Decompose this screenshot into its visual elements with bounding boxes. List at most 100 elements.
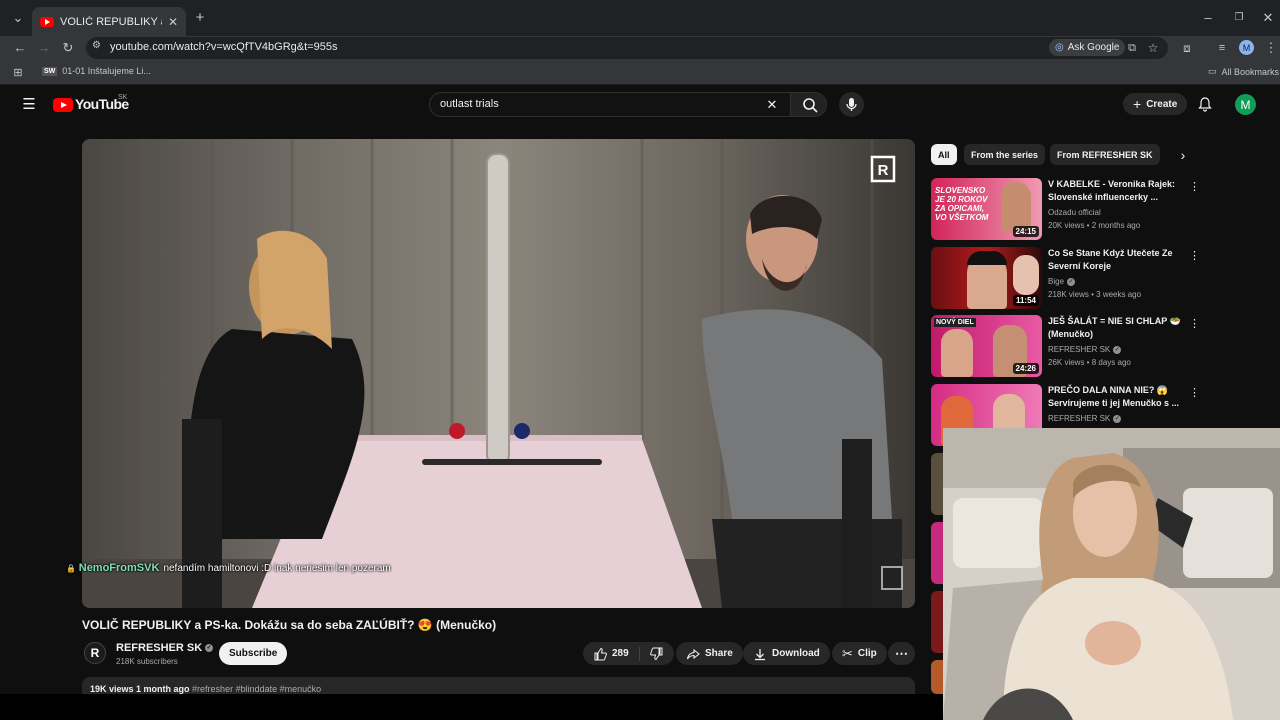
like-dislike-group: 289 <box>583 642 674 665</box>
tab-search-icon[interactable]: ⌄ <box>8 8 28 28</box>
media-control-icon[interactable]: ≡ <box>1212 38 1232 58</box>
profile-avatar[interactable]: M <box>1239 40 1254 55</box>
video-thumbnail[interactable]: 11:54 <box>931 247 1042 309</box>
extensions-icon[interactable]: ⧈ <box>1177 38 1197 58</box>
channel-name[interactable]: REFRESHER SK ✓ <box>1048 414 1122 423</box>
recommendation-item[interactable]: 11:54 Co Se Stane Když Utečete Ze Severn… <box>931 247 1271 311</box>
subscriber-count: 218K subscribers <box>116 657 178 666</box>
video-thumbnail[interactable]: SLOVENSKO JE 20 ROKOV ZA OPICAMI, VO VŠE… <box>931 178 1042 240</box>
lock-icon: 🔒 <box>66 564 76 573</box>
verified-icon: ✓ <box>1113 345 1122 354</box>
verified-icon: ✓ <box>1113 414 1122 423</box>
video-frame: R <box>82 139 915 608</box>
lens-icon: ◎ <box>1055 42 1064 53</box>
thumbs-down-icon <box>649 647 663 660</box>
share-button[interactable]: Share <box>676 642 743 665</box>
more-options-icon[interactable]: ⋮ <box>1189 386 1200 399</box>
chat-username: NemoFromSVK <box>78 562 160 574</box>
dislike-button[interactable] <box>640 647 674 661</box>
video-meta: 20K views • 2 months ago <box>1048 221 1141 230</box>
account-avatar[interactable]: M <box>1235 94 1256 115</box>
scissors-icon: ✂ <box>842 645 853 661</box>
download-button[interactable]: Download <box>743 642 830 665</box>
microphone-icon <box>846 98 857 111</box>
notifications-button[interactable] <box>1196 95 1214 113</box>
channel-name[interactable]: Odzadu official <box>1048 208 1101 217</box>
webcam-frame <box>943 428 1280 720</box>
folder-icon: ▭ <box>1208 66 1217 76</box>
video-thumbnail[interactable]: NOVÝ DIEL 24:26 <box>931 315 1042 377</box>
video-title[interactable]: JEŠ ŠALÁT = NIE SI CHLAP 🥗 (Menučko) <box>1048 315 1183 341</box>
channel-name-label: REFRESHER SK <box>116 642 203 654</box>
channel-label: Bige <box>1048 277 1065 286</box>
video-player[interactable]: R <box>82 139 915 608</box>
bookmark-favicon-icon: SW <box>42 66 58 76</box>
chip-from-refresher[interactable]: From REFRESHER SK <box>1050 144 1160 165</box>
thumbs-up-icon <box>594 647 607 660</box>
hashtags[interactable]: #refresher #blinddate #menučko <box>192 684 321 694</box>
forward-icon[interactable]: → <box>34 38 54 58</box>
all-bookmarks[interactable]: ▭ All Bookmarks <box>1208 66 1279 77</box>
country-code: SK <box>118 94 128 101</box>
bookmark-item[interactable]: SW 01-01 Inštalujeme Li... <box>42 66 151 76</box>
search-box[interactable]: outlast trials ✕ <box>429 92 827 117</box>
video-title[interactable]: Co Se Stane Když Utečete Ze Severní Kore… <box>1048 247 1183 273</box>
bookmark-star-icon[interactable]: ☆ <box>1143 38 1163 58</box>
thumbnail-caption: SLOVENSKO JE 20 ROKOV ZA OPICAMI, VO VŠE… <box>935 186 989 222</box>
more-options-icon[interactable]: ⋮ <box>1189 249 1200 262</box>
search-button[interactable] <box>790 93 826 116</box>
site-info-icon[interactable]: ⚙ <box>92 40 101 51</box>
create-label: Create <box>1146 98 1178 110</box>
video-title[interactable]: V KABELKE - Veronika Rajek: Slovenské in… <box>1048 178 1183 204</box>
apps-grid-icon[interactable]: ⊞ <box>8 63 28 83</box>
clip-button[interactable]: ✂ Clip <box>832 642 887 665</box>
more-options-icon[interactable]: ⋮ <box>1189 180 1200 193</box>
video-duration: 24:26 <box>1012 363 1039 374</box>
video-title[interactable]: PREČO DALA NINA NIE? 😱 Servírujeme ti je… <box>1048 384 1183 410</box>
back-icon[interactable]: ← <box>10 38 30 58</box>
voice-search-button[interactable] <box>839 92 864 117</box>
video-meta: 218K views • 3 weeks ago <box>1048 290 1142 299</box>
browser-tab-bar: ⌄ VOLIČ REPUBLIKY a PS-ka. Dok ✕ + – ❐ ✕ <box>0 0 1280 36</box>
search-icon <box>803 98 818 113</box>
reload-icon[interactable]: ↻ <box>58 38 78 58</box>
clip-label: Clip <box>857 648 877 659</box>
bookmarks-bar: ⊞ SW 01-01 Inštalujeme Li... ▭ All Bookm… <box>0 60 1280 85</box>
restore-icon[interactable]: ❐ <box>1229 8 1249 28</box>
video-duration: 11:54 <box>1012 295 1039 306</box>
chrome-menu-icon[interactable]: ⋮ <box>1261 38 1280 58</box>
youtube-logo-icon[interactable] <box>53 98 73 112</box>
clear-search-icon[interactable]: ✕ <box>764 97 780 113</box>
channel-name[interactable]: REFRESHER SK ✓ <box>1048 345 1122 354</box>
thumbnail-badge: NOVÝ DIEL <box>934 318 976 327</box>
hamburger-menu-icon[interactable]: ☰ <box>21 95 37 113</box>
search-input[interactable]: outlast trials <box>440 98 499 110</box>
chip-from-series[interactable]: From the series <box>964 144 1046 165</box>
install-app-icon[interactable]: ⧉ <box>1122 38 1142 58</box>
like-button[interactable]: 289 <box>593 646 640 661</box>
share-label: Share <box>705 648 733 659</box>
video-meta: 26K views • 8 days ago <box>1048 358 1131 367</box>
channel-name[interactable]: Bige ✓ <box>1048 277 1076 286</box>
close-window-icon[interactable]: ✕ <box>1258 8 1278 28</box>
more-actions-button[interactable]: ⋯ <box>888 642 915 665</box>
browser-tab[interactable]: VOLIČ REPUBLIKY a PS-ka. Dok ✕ <box>32 7 186 36</box>
download-label: Download <box>772 648 820 659</box>
chip-all[interactable]: All <box>931 144 957 165</box>
minimize-icon[interactable]: – <box>1198 8 1218 28</box>
recommendation-item[interactable]: SLOVENSKO JE 20 ROKOV ZA OPICAMI, VO VŠE… <box>931 178 1271 242</box>
url-text[interactable]: youtube.com/watch?v=wcQfTV4bGRg&t=955s <box>110 41 337 53</box>
subscribe-button[interactable]: Subscribe <box>219 642 288 665</box>
like-count: 289 <box>612 648 629 659</box>
description-box[interactable]: 19K views 1 month ago #refresher #blindd… <box>82 677 915 694</box>
download-icon <box>755 648 765 660</box>
close-tab-icon[interactable]: ✕ <box>168 15 178 29</box>
chevron-right-icon[interactable]: › <box>1174 146 1192 164</box>
channel-name[interactable]: REFRESHER SK ✓ <box>116 642 214 654</box>
more-options-icon[interactable]: ⋮ <box>1189 317 1200 330</box>
new-tab-icon[interactable]: + <box>190 8 210 28</box>
ask-google-button[interactable]: ◎ Ask Google <box>1049 39 1126 56</box>
create-button[interactable]: + Create <box>1123 93 1188 115</box>
channel-avatar[interactable]: R <box>84 642 106 664</box>
recommendation-item[interactable]: NOVÝ DIEL 24:26 JEŠ ŠALÁT = NIE SI CHLAP… <box>931 315 1271 379</box>
